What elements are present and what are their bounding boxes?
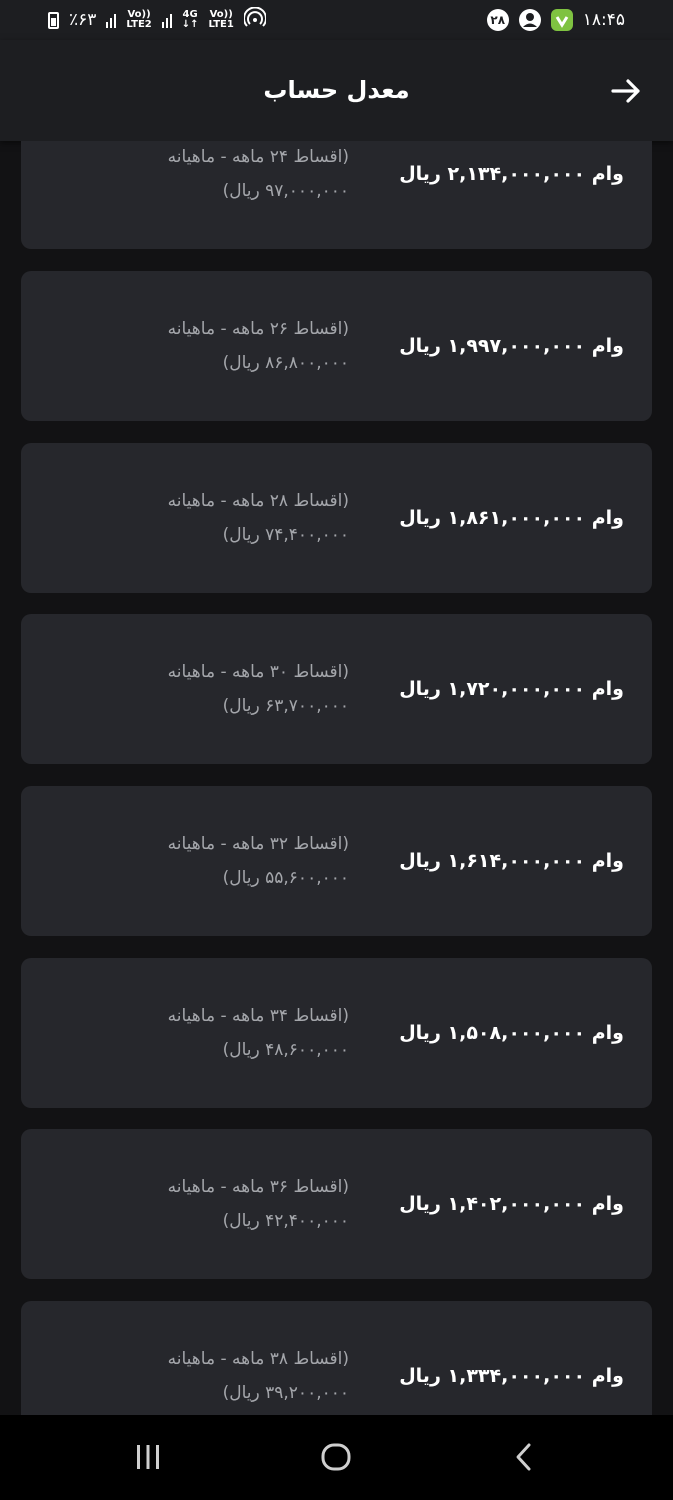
account-icon	[518, 9, 541, 31]
loan-term: (اقساط ۲۸ ماهه - ماهیانه	[167, 491, 349, 511]
sim1-indicator: Vo)) LTE1	[209, 10, 234, 30]
back-button[interactable]	[609, 74, 643, 108]
loan-amount: وام ۱,۷۲۰,۰۰۰,۰۰۰ ریال	[399, 678, 624, 700]
battery-icon	[48, 11, 59, 29]
notification-badge: ۲۸	[486, 9, 509, 31]
loan-amount: وام ۱,۳۳۴,۰۰۰,۰۰۰ ریال	[399, 1365, 624, 1387]
loan-amount: وام ۲,۱۳۴,۰۰۰,۰۰۰ ریال	[399, 163, 624, 185]
recent-apps-button[interactable]	[118, 1437, 178, 1477]
status-right: ۲۸ ۱۸:۴۵	[486, 9, 625, 31]
loan-amount: وام ۱,۵۰۸,۰۰۰,۰۰۰ ریال	[399, 1022, 624, 1044]
loan-monthly-payment: ۸۶,۸۰۰,۰۰۰ ریال)	[222, 353, 349, 373]
status-bar: ٪۶۳ Vo)) LTE2 4G ↓↑ Vo)) LTE1 ۲۸ ۱۸:۴۵	[0, 0, 673, 40]
battery-percent: ٪۶۳	[69, 10, 97, 30]
system-back-button[interactable]	[494, 1437, 554, 1477]
loan-card[interactable]: وام ۱,۵۰۸,۰۰۰,۰۰۰ ریال (اقساط ۳۴ ماهه - …	[21, 958, 652, 1108]
arrow-right-icon	[611, 79, 640, 103]
clock: ۱۸:۴۵	[582, 10, 625, 30]
sim2-label: LTE2	[126, 19, 152, 30]
home-icon	[321, 1443, 351, 1471]
recent-apps-icon	[137, 1445, 159, 1469]
app-header: معدل حساب	[0, 40, 673, 141]
loan-list[interactable]: وام ۲,۱۳۴,۰۰۰,۰۰۰ ریال (اقساط ۲۴ ماهه - …	[0, 141, 673, 1415]
loan-monthly-payment: ۶۳,۷۰۰,۰۰۰ ریال)	[222, 696, 349, 716]
loan-amount: وام ۱,۸۶۱,۰۰۰,۰۰۰ ریال	[399, 507, 624, 529]
loan-term: (اقساط ۳۰ ماهه - ماهیانه	[167, 662, 349, 682]
chevron-left-icon	[516, 1443, 531, 1471]
loan-card[interactable]: وام ۱,۳۳۴,۰۰۰,۰۰۰ ریال (اقساط ۳۸ ماهه - …	[21, 1301, 652, 1415]
loan-term: (اقساط ۲۴ ماهه - ماهیانه	[167, 147, 349, 167]
loan-monthly-payment: ۷۴,۴۰۰,۰۰۰ ریال)	[222, 525, 349, 545]
loan-card[interactable]: وام ۱,۸۶۱,۰۰۰,۰۰۰ ریال (اقساط ۲۸ ماهه - …	[21, 443, 652, 593]
loan-card[interactable]: وام ۱,۷۲۰,۰۰۰,۰۰۰ ریال (اقساط ۳۰ ماهه - …	[21, 614, 652, 764]
signal-sim1-icon	[161, 12, 172, 28]
loan-card[interactable]: وام ۱,۹۹۷,۰۰۰,۰۰۰ ریال (اقساط ۲۶ ماهه - …	[21, 271, 652, 421]
loan-monthly-payment: ۵۵,۶۰۰,۰۰۰ ریال)	[222, 868, 349, 888]
data-arrows-icon: ↓↑	[181, 19, 199, 30]
loan-term: (اقساط ۳۴ ماهه - ماهیانه	[167, 1006, 349, 1026]
app-notification-icon	[550, 9, 573, 31]
loan-monthly-payment: ۳۹,۲۰۰,۰۰۰ ریال)	[222, 1383, 349, 1403]
loan-term: (اقساط ۳۶ ماهه - ماهیانه	[167, 1177, 349, 1197]
loan-amount: وام ۱,۹۹۷,۰۰۰,۰۰۰ ریال	[399, 335, 624, 357]
loan-monthly-payment: ۴۲,۴۰۰,۰۰۰ ریال)	[222, 1211, 349, 1231]
loan-term: (اقساط ۳۲ ماهه - ماهیانه	[167, 834, 349, 854]
network-4g-indicator: 4G ↓↑	[182, 10, 199, 30]
loan-term: (اقساط ۳۸ ماهه - ماهیانه	[167, 1349, 349, 1369]
loan-term: (اقساط ۲۶ ماهه - ماهیانه	[167, 319, 349, 339]
status-left: ٪۶۳ Vo)) LTE2 4G ↓↑ Vo)) LTE1	[48, 6, 267, 34]
loan-card[interactable]: وام ۱,۶۱۴,۰۰۰,۰۰۰ ریال (اقساط ۳۲ ماهه - …	[21, 786, 652, 936]
system-navigation-bar	[0, 1415, 673, 1500]
loan-monthly-payment: ۴۸,۶۰۰,۰۰۰ ریال)	[222, 1040, 349, 1060]
sim1-label: LTE1	[208, 19, 234, 30]
signal-sim2-icon	[106, 12, 117, 28]
loan-amount: وام ۱,۴۰۲,۰۰۰,۰۰۰ ریال	[399, 1193, 624, 1215]
hotspot-icon	[242, 6, 267, 34]
page-title: معدل حساب	[263, 76, 410, 104]
sim2-indicator: Vo)) LTE2	[126, 10, 151, 30]
loan-amount: وام ۱,۶۱۴,۰۰۰,۰۰۰ ریال	[399, 850, 624, 872]
home-button[interactable]	[306, 1437, 366, 1477]
loan-card[interactable]: وام ۱,۴۰۲,۰۰۰,۰۰۰ ریال (اقساط ۳۶ ماهه - …	[21, 1129, 652, 1279]
loan-card[interactable]: وام ۲,۱۳۴,۰۰۰,۰۰۰ ریال (اقساط ۲۴ ماهه - …	[21, 141, 652, 249]
loan-monthly-payment: ۹۷,۰۰۰,۰۰۰ ریال)	[222, 181, 349, 201]
